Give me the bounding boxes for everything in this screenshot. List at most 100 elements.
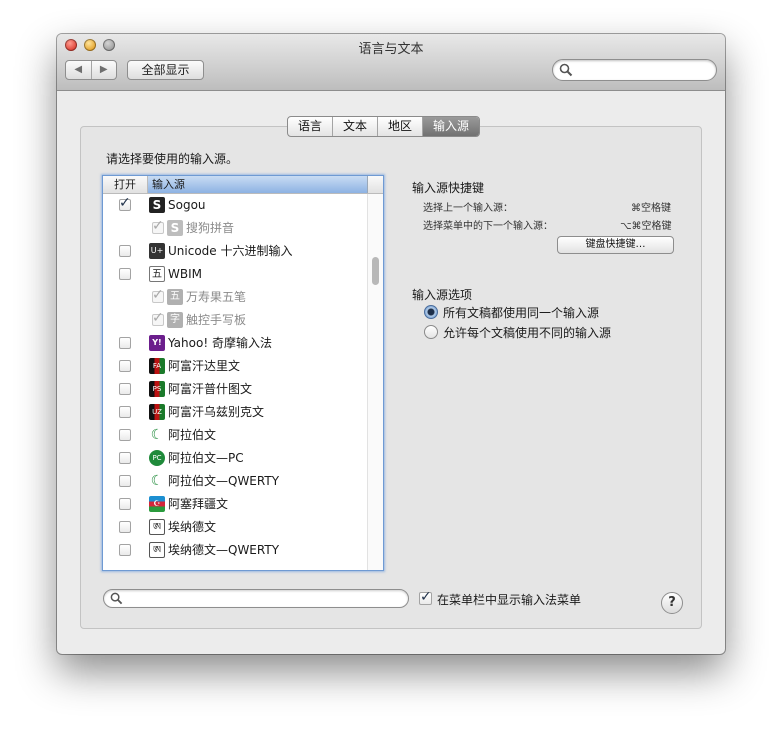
afghan-flag-icon: FA <box>149 358 165 374</box>
list-item-checkbox[interactable] <box>119 452 131 464</box>
checkmark-icon: ✓ <box>119 195 131 211</box>
list-item[interactable]: 五 WBIM <box>103 263 368 286</box>
list-item[interactable]: FA 阿富汗达里文 <box>103 355 368 378</box>
show-menu-checkbox[interactable]: ✓ <box>419 590 432 605</box>
filter-search-input[interactable] <box>103 589 409 608</box>
wanshouguo-wubi-icon: 五 <box>167 289 183 305</box>
prev-source-shortcut: ⌘空格键 <box>631 203 671 214</box>
list-item[interactable]: ✓ S Sogou <box>103 194 368 217</box>
list-item-checkbox[interactable] <box>119 406 131 418</box>
list-item[interactable]: ✓ 字触控手写板 <box>103 309 368 332</box>
next-source-label: 选择菜单中的下一个输入源： <box>423 221 553 232</box>
show-all-button[interactable]: 全部显示 <box>127 60 204 80</box>
list-item-label: 阿富汗普什图文 <box>168 382 253 396</box>
prompt-text: 请选择要使用的输入源。 <box>106 152 239 166</box>
list-item-checkbox[interactable]: ✓ <box>119 195 131 211</box>
arabic-crescent-icon: ☾ <box>150 427 164 443</box>
list-item-label: 万寿果五笔 <box>186 290 247 304</box>
list-header: 打开 输入源 <box>103 176 383 194</box>
list-item-checkbox[interactable] <box>119 521 131 533</box>
list-item[interactable]: ཨ 埃纳德文—QWERTY <box>103 539 368 562</box>
list-item-checkbox[interactable] <box>119 383 131 395</box>
list-item-checkbox[interactable] <box>119 268 131 280</box>
checkmark-icon: ✓ <box>152 310 164 326</box>
list-item[interactable]: ☪ 阿塞拜疆文 <box>103 493 368 516</box>
list-item[interactable]: PC 阿拉伯文—PC <box>103 447 368 470</box>
yahoo-icon: Y! <box>149 335 165 351</box>
list-item-checkbox[interactable] <box>119 429 131 441</box>
list-item-label: 触控手写板 <box>186 313 247 327</box>
checkmark-icon: ✓ <box>152 218 164 234</box>
checkmark-icon: ✓ <box>152 287 164 303</box>
list-item-checkbox[interactable] <box>119 337 131 349</box>
afghan-flag-icon: PS <box>149 381 165 397</box>
radio-per-document[interactable] <box>424 325 438 339</box>
list-item-label: 埃纳德文 <box>168 520 217 534</box>
list-item[interactable]: ཨ 埃纳德文 <box>103 516 368 539</box>
tab-region[interactable]: 地区 <box>378 117 424 136</box>
trackpad-handwriting-icon: 字 <box>167 312 183 328</box>
list-item-checkbox[interactable] <box>119 245 131 257</box>
magnifier-icon <box>559 63 573 77</box>
scrollbar-thumb[interactable] <box>372 257 379 285</box>
tab-bar: 语言 文本 地区 输入源 <box>287 116 481 137</box>
list-item-label: 阿富汗达里文 <box>168 359 241 373</box>
list-item-checkbox[interactable] <box>119 498 131 510</box>
radio-same-source[interactable] <box>424 305 438 319</box>
titlebar: 语言与文本 ◀ ▶ 全部显示 <box>57 34 725 91</box>
list-item-label: Unicode 十六进制输入 <box>168 244 293 258</box>
list-item[interactable]: ✓ 五万寿果五笔 <box>103 286 368 309</box>
magnifier-icon <box>110 592 123 605</box>
list-scrollbar[interactable] <box>367 194 383 570</box>
next-source-shortcut: ⌥⌘空格键 <box>620 221 672 232</box>
arabic-pc-icon: PC <box>149 450 165 466</box>
list-item-label: 阿富汗乌兹别克文 <box>168 405 265 419</box>
ainade-qwerty-icon: ཨ <box>149 542 165 558</box>
list-item[interactable]: ☾ 阿拉伯文—QWERTY <box>103 470 368 493</box>
tab-text[interactable]: 文本 <box>333 117 379 136</box>
afghan-flag-icon: UZ <box>149 404 165 420</box>
radio-same-source-label: 所有文稿都使用同一个输入源 <box>443 306 600 320</box>
show-menu-label: 在菜单栏中显示输入法菜单 <box>437 593 582 607</box>
list-item-label: WBIM <box>168 267 202 281</box>
radio-per-document-label: 允许每个文稿使用不同的输入源 <box>443 326 612 340</box>
back-forward-control: ◀ ▶ <box>65 60 117 80</box>
list-item[interactable]: UZ 阿富汗乌兹别克文 <box>103 401 368 424</box>
tab-language[interactable]: 语言 <box>288 117 334 136</box>
list-item-checkbox-disabled: ✓ <box>152 287 164 303</box>
list-item[interactable]: U+ Unicode 十六进制输入 <box>103 240 368 263</box>
ainade-icon: ཨ <box>149 519 165 535</box>
list-item[interactable]: ☾ 阿拉伯文 <box>103 424 368 447</box>
preferences-window: 语言与文本 ◀ ▶ 全部显示 语言 文本 地区 输入源 请选择要使用的输入源。 … <box>57 34 725 654</box>
list-item-checkbox[interactable] <box>119 544 131 556</box>
keyboard-shortcuts-button[interactable]: 键盘快捷键… <box>557 236 674 254</box>
sogou-pinyin-icon: S <box>167 220 183 236</box>
unicode-hex-icon: U+ <box>149 243 165 259</box>
column-header-on[interactable]: 打开 <box>103 176 148 193</box>
list-item[interactable]: Y! Yahoo! 奇摩输入法 <box>103 332 368 355</box>
search-input[interactable] <box>552 59 717 81</box>
prev-source-label: 选择上一个输入源： <box>423 203 513 214</box>
list-item[interactable]: PS 阿富汗普什图文 <box>103 378 368 401</box>
list-item-label: 阿塞拜疆文 <box>168 497 229 511</box>
column-header-source[interactable]: 输入源 <box>148 176 368 193</box>
list-item-checkbox[interactable] <box>119 475 131 487</box>
help-button[interactable]: ? <box>661 592 683 614</box>
back-icon[interactable]: ◀ <box>66 61 92 79</box>
tab-input-sources[interactable]: 输入源 <box>423 117 480 136</box>
options-title: 输入源选项 <box>412 288 473 302</box>
list-item-checkbox[interactable] <box>119 360 131 372</box>
list-item-checkbox-disabled: ✓ <box>152 310 164 326</box>
list-item[interactable]: ✓ S 搜狗拼音 <box>103 217 368 240</box>
window-title: 语言与文本 <box>358 42 424 57</box>
list-item-label: Sogou <box>168 198 206 212</box>
list-item-label: 阿拉伯文 <box>168 428 217 442</box>
list-item-label: 埃纳德文—QWERTY <box>168 543 280 557</box>
azerbaijan-flag-icon: ☪ <box>149 496 165 512</box>
list-item-checkbox-disabled: ✓ <box>152 218 164 234</box>
list-item-label: 搜狗拼音 <box>186 221 235 235</box>
forward-icon[interactable]: ▶ <box>92 61 117 79</box>
wbim-icon: 五 <box>149 266 165 282</box>
sogou-icon: S <box>149 197 165 213</box>
input-source-list[interactable]: 打开 输入源 ✓ S Sogou ✓ S 搜狗拼音 U+ Unicode 十六进制输入五 WBI… <box>102 175 384 571</box>
